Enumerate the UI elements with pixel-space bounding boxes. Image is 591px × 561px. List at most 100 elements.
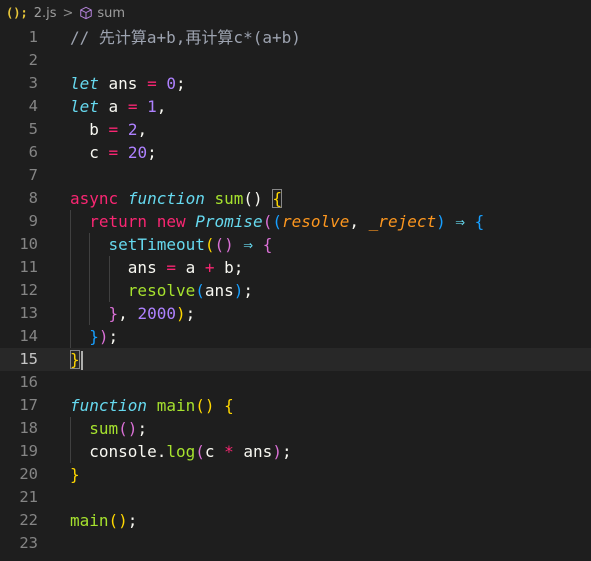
code-token: 2000 — [137, 304, 176, 323]
line-number: 12 — [19, 281, 38, 299]
code-token: { — [224, 396, 234, 415]
code-line[interactable]: 6 c = 20; — [0, 141, 591, 164]
code-line[interactable]: 9 return new Promise((resolve, _reject) … — [0, 210, 591, 233]
code-token: ) — [98, 327, 109, 346]
code-line[interactable]: 20} — [0, 463, 591, 486]
line-number: 14 — [19, 327, 38, 345]
code-line[interactable]: 5 b = 2, — [0, 118, 591, 141]
code-token: // 先计算a+b,再计算c*(a+b) — [70, 28, 301, 47]
code-token: () — [214, 235, 234, 254]
code-token: ( — [204, 235, 215, 254]
chevron-right-icon: > — [62, 5, 74, 21]
code-token: sum — [214, 189, 244, 208]
code-line[interactable]: 18 sum(); — [0, 417, 591, 440]
line-number: 6 — [28, 143, 38, 161]
code-token: { — [262, 235, 273, 254]
code-token: ans — [70, 258, 167, 277]
code-line[interactable]: 16 — [0, 371, 591, 394]
code-line[interactable]: 22 main(); — [0, 509, 591, 532]
line-number: 23 — [19, 534, 38, 552]
code-token: } — [70, 350, 80, 369]
code-line[interactable]: 10 setTimeout(() ⇒ { — [0, 233, 591, 256]
code-text: sum(); — [70, 417, 147, 440]
code-token: main — [70, 511, 109, 530]
code-token: ; — [185, 304, 196, 323]
code-token: + — [204, 258, 215, 277]
code-line[interactable]: 12 resolve(ans); — [0, 279, 591, 302]
code-text: // 先计算a+b,再计算c*(a+b) — [70, 26, 301, 49]
line-number: 11 — [19, 258, 38, 276]
code-token: let — [70, 74, 99, 93]
code-token: function — [127, 189, 205, 208]
code-text: async function sum() { — [70, 187, 282, 210]
js-file-icon: (); — [6, 6, 28, 20]
code-text: console.log(c * ans); — [70, 440, 291, 463]
code-token: ans — [98, 74, 148, 93]
code-line[interactable]: 2 — [0, 49, 591, 72]
line-number: 5 — [28, 120, 38, 138]
code-text: }); — [70, 325, 118, 348]
code-token: resolve — [281, 212, 350, 231]
code-line[interactable]: 19 console.log(c * ans); — [0, 440, 591, 463]
code-line[interactable]: 13 }, 2000); — [0, 302, 591, 325]
code-token: , — [137, 120, 148, 139]
code-token: = — [108, 120, 119, 139]
breadcrumb-file[interactable]: 2.js — [34, 6, 57, 21]
line-number: 20 — [19, 465, 38, 483]
code-text: c = 20; — [70, 141, 156, 164]
code-token: ⇒ — [243, 235, 254, 254]
code-line[interactable]: 21 — [0, 486, 591, 509]
code-line[interactable]: 23 — [0, 532, 591, 555]
line-number: 13 — [19, 304, 38, 322]
code-line[interactable]: 14 }); — [0, 325, 591, 348]
breadcrumb: (); 2.js > sum — [0, 0, 591, 26]
code-line[interactable]: 1 // 先计算a+b,再计算c*(a+b) — [0, 26, 591, 49]
code-text: }, 2000); — [70, 302, 196, 325]
code-text: return new Promise((resolve, _reject) ⇒ … — [70, 210, 484, 233]
code-text: function main() { — [70, 394, 234, 417]
code-text: let a = 1, — [70, 95, 166, 118]
code-text: } — [70, 348, 83, 371]
code-token: } — [108, 304, 119, 323]
code-token: log — [166, 442, 196, 461]
code-token: * — [224, 442, 234, 461]
code-line[interactable]: 7 — [0, 164, 591, 187]
line-number: 3 — [28, 74, 38, 92]
line-number: 7 — [28, 166, 38, 184]
code-token: , — [156, 97, 167, 116]
code-token: } — [70, 465, 80, 484]
code-token: let — [70, 97, 99, 116]
code-line[interactable]: 3 let ans = 0; — [0, 72, 591, 95]
code-line[interactable]: 15} — [0, 348, 591, 371]
text-cursor — [80, 351, 83, 370]
breadcrumb-symbol[interactable]: sum — [97, 6, 125, 21]
code-line[interactable]: 8 async function sum() { — [0, 187, 591, 210]
code-text: } — [70, 463, 80, 486]
code-token: new — [156, 212, 186, 231]
code-token: , — [349, 212, 369, 231]
code-token: c — [204, 442, 225, 461]
code-token: console. — [70, 442, 167, 461]
code-line[interactable]: 17 function main() { — [0, 394, 591, 417]
line-number: 17 — [19, 396, 38, 414]
code-editor[interactable]: 1// 先计算a+b,再计算c*(a+b) 2 3 let ans = 0; 4 let … — [0, 26, 591, 555]
code-token: sum — [89, 419, 119, 438]
code-token: () — [243, 189, 273, 208]
code-line[interactable]: 11 ans = a + b; — [0, 256, 591, 279]
code-token: 0 — [166, 74, 176, 93]
code-token: ) — [436, 212, 446, 231]
line-number: 4 — [28, 97, 38, 115]
code-token: a — [175, 258, 205, 277]
code-token: ) — [272, 442, 282, 461]
code-line[interactable]: 4 let a = 1, — [0, 95, 591, 118]
